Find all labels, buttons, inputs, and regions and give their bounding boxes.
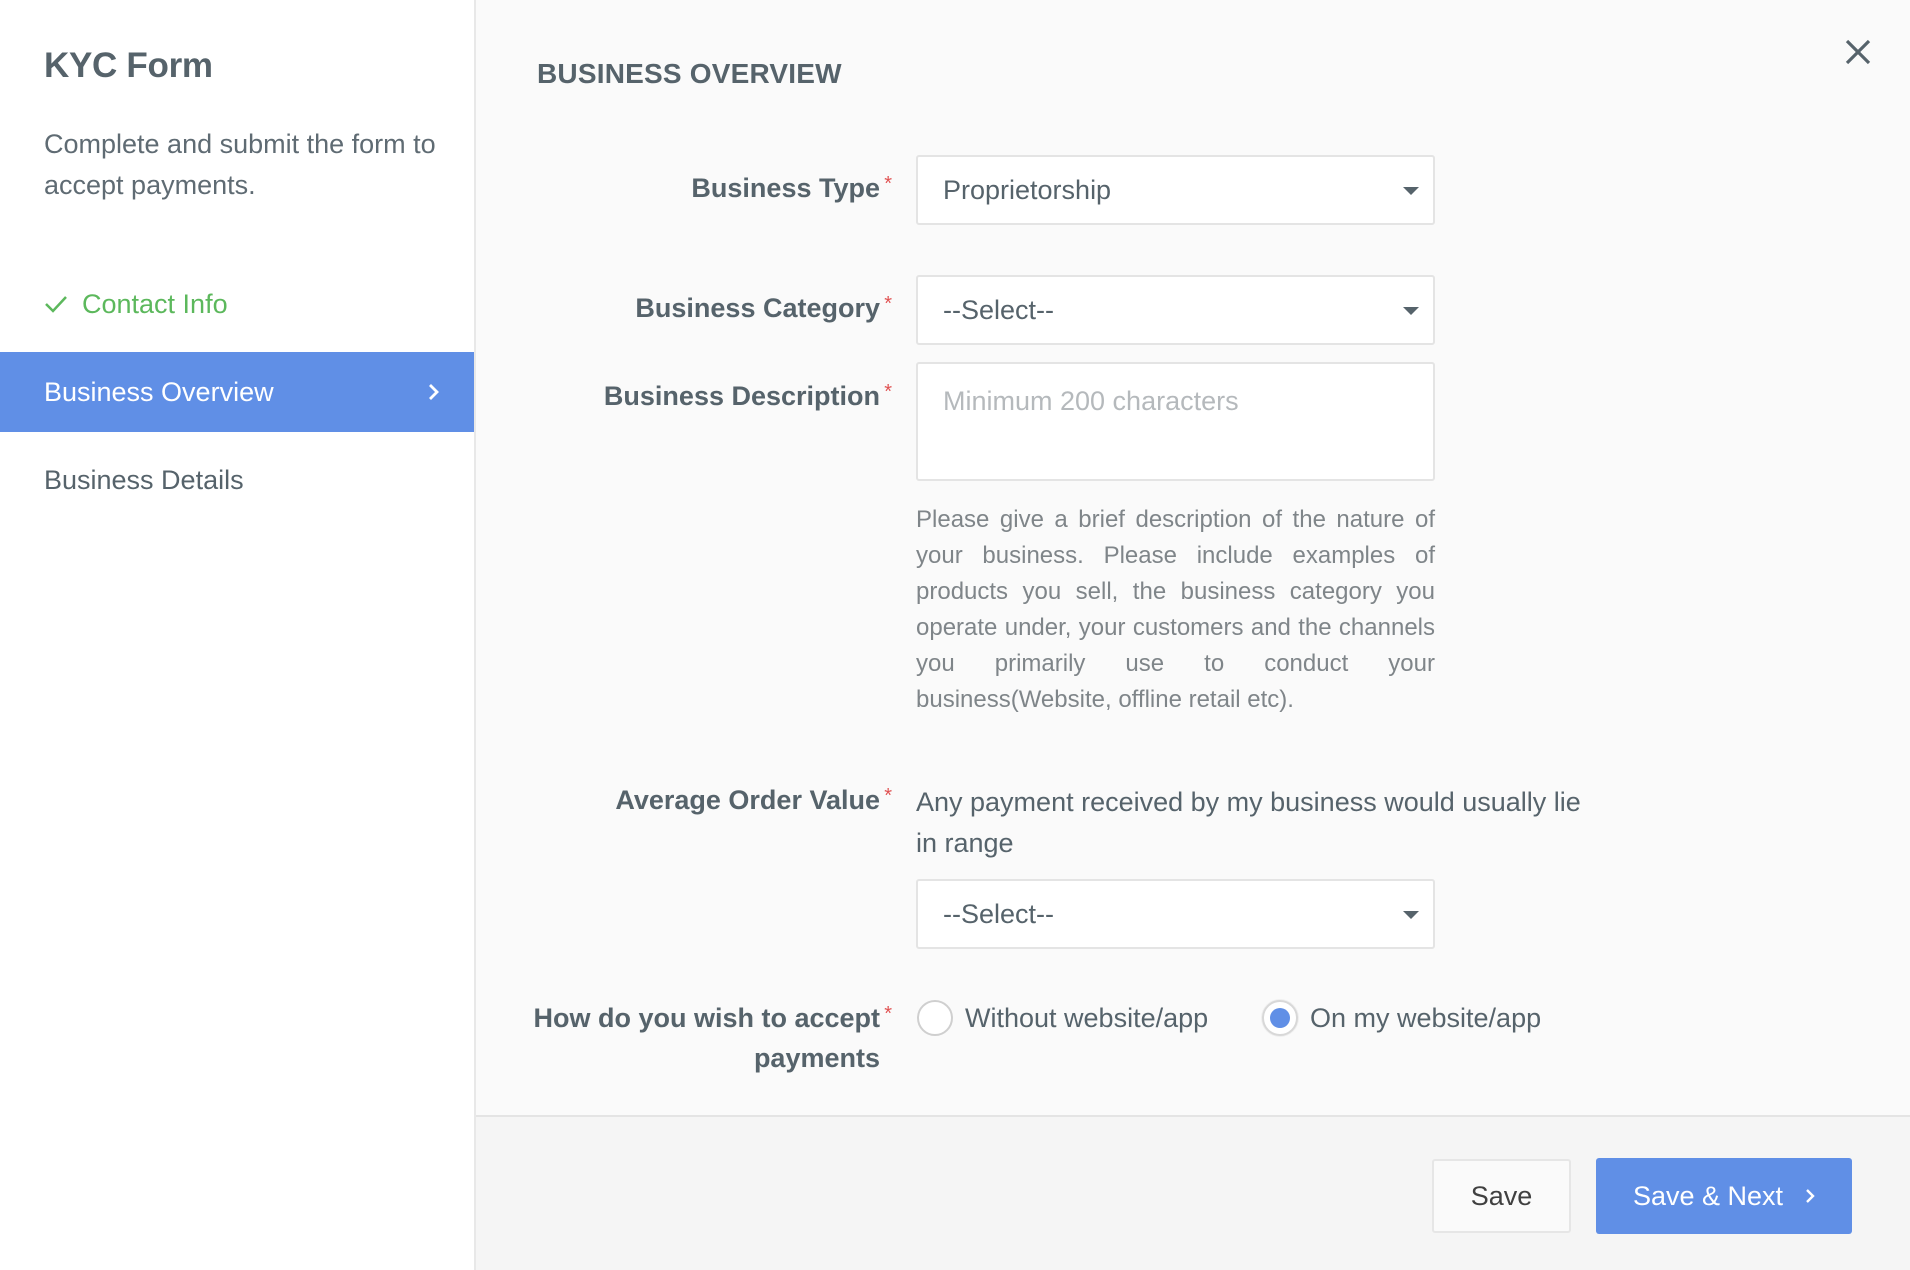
required-asterisk: * xyxy=(884,293,892,315)
label-text: Business Type xyxy=(691,173,880,203)
selected-value: --Select-- xyxy=(943,294,1055,325)
average-order-value-select[interactable]: --Select-- xyxy=(916,879,1435,949)
save-and-next-button[interactable]: Save & Next xyxy=(1596,1158,1852,1234)
sidebar: KYC Form Complete and submit the form to… xyxy=(0,0,476,1270)
average-order-value-label: Average Order Value * xyxy=(615,780,892,820)
chevron-right-icon xyxy=(429,384,439,400)
form-description: Complete and submit the form to accept p… xyxy=(44,129,436,200)
selected-value: Proprietorship xyxy=(943,174,1112,205)
required-asterisk: * xyxy=(884,785,892,807)
label-text: Business Category xyxy=(635,293,880,323)
sidebar-item-contact-info[interactable]: Contact Info xyxy=(0,264,474,344)
sidebar-item-label: Business Details xyxy=(44,464,244,495)
save-button[interactable]: Save xyxy=(1432,1159,1571,1233)
business-category-label: Business Category * xyxy=(635,288,892,328)
radio-label: Without website/app xyxy=(965,1002,1209,1033)
radio-button-checked[interactable] xyxy=(1262,1000,1298,1036)
business-type-select[interactable]: Proprietorship xyxy=(916,155,1435,225)
selected-value: --Select-- xyxy=(943,898,1055,929)
sidebar-item-business-overview[interactable]: Business Overview xyxy=(0,352,474,432)
accept-payments-label-line2: payments xyxy=(754,1038,880,1078)
close-icon[interactable] xyxy=(1840,34,1876,70)
chevron-right-icon xyxy=(1806,1189,1815,1203)
radio-button-unchecked[interactable] xyxy=(917,1000,953,1036)
form-title: KYC Form xyxy=(44,46,213,85)
accept-payments-label: How do you wish to accept * xyxy=(533,998,892,1038)
business-type-label: Business Type * xyxy=(691,168,892,208)
radio-without-website[interactable]: Without website/app xyxy=(917,1000,1208,1036)
required-asterisk: * xyxy=(884,173,892,195)
required-asterisk: * xyxy=(884,381,892,403)
check-icon xyxy=(45,296,67,313)
caret-down-icon xyxy=(1403,307,1419,315)
caret-down-icon xyxy=(1403,187,1419,195)
required-asterisk: * xyxy=(884,1003,892,1025)
button-label: Save & Next xyxy=(1632,1180,1784,1211)
label-text: How do you wish to accept xyxy=(533,1003,880,1033)
label-text: Business Description xyxy=(603,381,880,411)
section-title: BUSINESS OVERVIEW xyxy=(537,58,842,89)
radio-label: On my website/app xyxy=(1310,1002,1542,1033)
business-description-label: Business Description * xyxy=(603,376,892,416)
business-description-help: Please give a brief description of the n… xyxy=(916,506,1435,713)
average-order-value-hint: Any payment received by my business woul… xyxy=(916,787,1581,858)
business-category-select[interactable]: --Select-- xyxy=(916,275,1435,345)
sidebar-item-label: Business Overview xyxy=(44,376,274,407)
caret-down-icon xyxy=(1403,911,1419,919)
radio-on-website[interactable]: On my website/app xyxy=(1262,1000,1541,1036)
sidebar-item-label: Contact Info xyxy=(82,288,228,319)
label-text: Average Order Value xyxy=(615,785,880,815)
business-description-textarea[interactable] xyxy=(916,362,1435,481)
label-text: payments xyxy=(753,1043,880,1073)
sidebar-item-business-details[interactable]: Business Details xyxy=(0,440,474,520)
